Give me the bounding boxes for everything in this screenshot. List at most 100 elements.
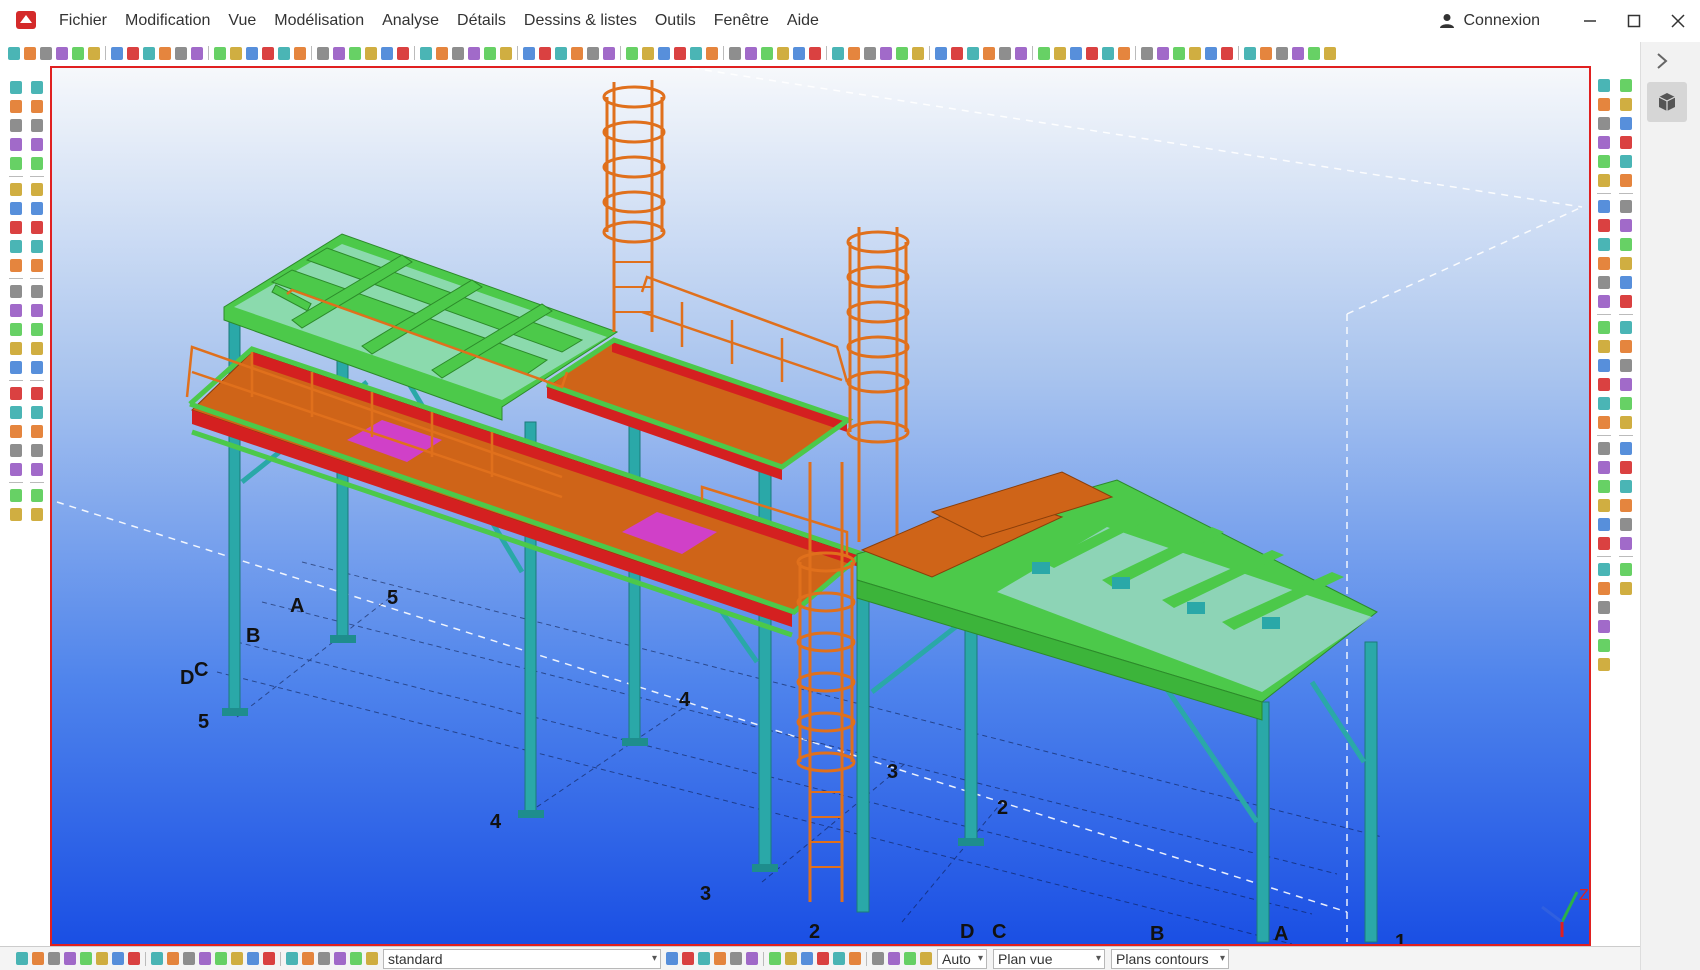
toolbar-tool-icon[interactable] (1620, 378, 1632, 391)
toolbar-tool-icon[interactable] (1189, 46, 1201, 60)
toolbar-tool-icon[interactable] (10, 406, 22, 419)
toolbar-tool-icon[interactable] (64, 951, 76, 965)
toolbar-tool-icon[interactable] (191, 46, 203, 60)
toolbar-tool-icon[interactable] (809, 46, 821, 60)
toolbar-tool-icon[interactable] (1598, 321, 1610, 334)
toolbar-tool-icon[interactable] (366, 951, 378, 965)
toolbar-tool-icon[interactable] (1620, 359, 1632, 372)
toolbar-tool-icon[interactable] (571, 46, 583, 60)
toolbar-tool-icon[interactable] (199, 951, 211, 965)
toolbar-tool-icon[interactable] (1598, 378, 1610, 391)
toolbar-tool-icon[interactable] (10, 489, 22, 502)
toolbar-tool-icon[interactable] (10, 240, 22, 253)
toolbar-tool-icon[interactable] (31, 100, 43, 113)
toolbar-tool-icon[interactable] (1620, 219, 1632, 232)
toolbar-tool-icon[interactable] (294, 46, 306, 60)
toolbar-tool-icon[interactable] (1598, 601, 1610, 614)
toolbar-tool-icon[interactable] (10, 463, 22, 476)
toolbar-tool-icon[interactable] (246, 46, 258, 60)
toolbar-tool-icon[interactable] (1598, 155, 1610, 168)
toolbar-tool-icon[interactable] (833, 951, 845, 965)
toolbar-tool-icon[interactable] (10, 285, 22, 298)
toolbar-tool-icon[interactable] (317, 46, 329, 60)
toolbar-tool-icon[interactable] (1620, 442, 1632, 455)
toolbar-tool-icon[interactable] (1598, 117, 1610, 130)
toolbar-tool-icon[interactable] (666, 951, 678, 965)
toolbar-tool-icon[interactable] (31, 138, 43, 151)
menu-vue[interactable]: Vue (219, 0, 265, 42)
toolbar-tool-icon[interactable] (31, 202, 43, 215)
toolbar-tool-icon[interactable] (436, 46, 448, 60)
toolbar-tool-icon[interactable] (1620, 295, 1632, 308)
toolbar-tool-icon[interactable] (365, 46, 377, 60)
toolbar-tool-icon[interactable] (1620, 480, 1632, 493)
menu-aide[interactable]: Aide (778, 0, 828, 42)
toolbar-tool-icon[interactable] (1598, 499, 1610, 512)
toolbar-tool-icon[interactable] (967, 46, 979, 60)
toolbar-tool-icon[interactable] (1598, 219, 1610, 232)
toolbar-tool-icon[interactable] (1598, 238, 1610, 251)
toolbar-tool-icon[interactable] (603, 46, 615, 60)
toolbar-tool-icon[interactable] (31, 489, 43, 502)
toolbar-tool-icon[interactable] (785, 951, 797, 965)
toolbar-tool-icon[interactable] (31, 285, 43, 298)
menu-analyse[interactable]: Analyse (373, 0, 448, 42)
toolbar-tool-icon[interactable] (10, 508, 22, 521)
toolbar-tool-icon[interactable] (920, 951, 932, 965)
toolbar-tool-icon[interactable] (761, 46, 773, 60)
toolbar-tool-icon[interactable] (1620, 79, 1632, 92)
toolbar-tool-icon[interactable] (24, 46, 36, 60)
toolbar-tool-icon[interactable] (849, 951, 861, 965)
menu-fenetre[interactable]: Fenêtre (705, 0, 778, 42)
toolbar-tool-icon[interactable] (31, 444, 43, 457)
toolbar-tool-icon[interactable] (1620, 518, 1632, 531)
toolbar-tool-icon[interactable] (1620, 537, 1632, 550)
chevron-right-icon[interactable] (1655, 52, 1669, 70)
toolbar-tool-icon[interactable] (817, 951, 829, 965)
toolbar-tool-icon[interactable] (1598, 397, 1610, 410)
toolbar-tool-icon[interactable] (1598, 442, 1610, 455)
view-plane-select[interactable]: Plan vue ▾ (993, 948, 1105, 969)
toolbar-tool-icon[interactable] (888, 951, 900, 965)
toolbar-tool-icon[interactable] (1598, 620, 1610, 633)
toolbar-tool-icon[interactable] (381, 46, 393, 60)
toolbar-tool-icon[interactable] (32, 951, 44, 965)
toolbar-tool-icon[interactable] (420, 46, 432, 60)
toolbar-tool-icon[interactable] (263, 951, 275, 965)
maximize-button[interactable] (1612, 0, 1656, 42)
toolbar-tool-icon[interactable] (262, 46, 274, 60)
structure-3d-view[interactable]: A B C D 5 5 4 4 3 3 2 2 D C B A 1 Z (52, 68, 1589, 944)
toolbar-tool-icon[interactable] (1620, 340, 1632, 353)
toolbar-tool-icon[interactable] (674, 46, 686, 60)
toolbar-tool-icon[interactable] (10, 157, 22, 170)
toolbar-tool-icon[interactable] (1141, 46, 1153, 60)
toolbar-tool-icon[interactable] (1598, 416, 1610, 429)
toolbar-tool-icon[interactable] (1598, 340, 1610, 353)
toolbar-tool-icon[interactable] (96, 951, 108, 965)
toolbar-tool-icon[interactable] (1205, 46, 1217, 60)
toolbar-tool-icon[interactable] (230, 46, 242, 60)
toolbar-tool-icon[interactable] (1620, 563, 1632, 576)
toolbar-tool-icon[interactable] (31, 81, 43, 94)
toolbar-tool-icon[interactable] (864, 46, 876, 60)
toolbar-tool-icon[interactable] (1620, 117, 1632, 130)
close-button[interactable] (1656, 0, 1700, 42)
toolbar-tool-icon[interactable] (1620, 200, 1632, 213)
toolbar-tool-icon[interactable] (1054, 46, 1066, 60)
toolbar-tool-icon[interactable] (1598, 518, 1610, 531)
toolbar-tool-icon[interactable] (111, 46, 123, 60)
toolbar-tool-icon[interactable] (658, 46, 670, 60)
menu-details[interactable]: Détails (448, 0, 515, 42)
toolbar-tool-icon[interactable] (1173, 46, 1185, 60)
toolbar-tool-icon[interactable] (587, 46, 599, 60)
toolbar-tool-icon[interactable] (10, 183, 22, 196)
toolbar-tool-icon[interactable] (1598, 276, 1610, 289)
menu-modification[interactable]: Modification (116, 0, 219, 42)
toolbar-tool-icon[interactable] (231, 951, 243, 965)
toolbar-tool-icon[interactable] (278, 46, 290, 60)
toolbar-tool-icon[interactable] (1598, 359, 1610, 372)
toolbar-tool-icon[interactable] (951, 46, 963, 60)
toolbar-tool-icon[interactable] (793, 46, 805, 60)
toolbar-tool-icon[interactable] (1598, 582, 1610, 595)
toolbar-tool-icon[interactable] (1598, 639, 1610, 652)
